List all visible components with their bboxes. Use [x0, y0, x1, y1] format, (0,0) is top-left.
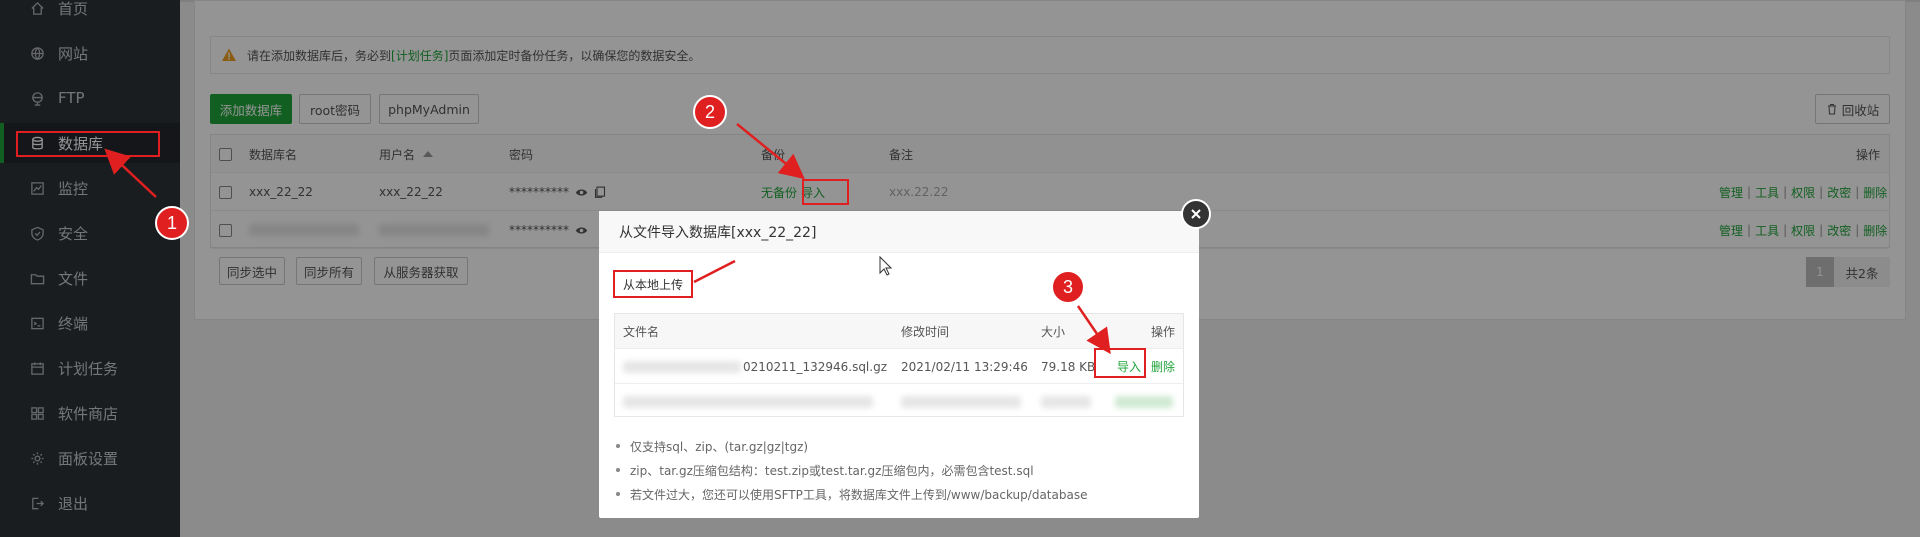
annotation-box-import: [802, 179, 849, 205]
header-file: 文件名: [623, 325, 660, 339]
file-name: 0210211_132946.sql.gz: [743, 359, 887, 374]
redacted-file-ops: [1115, 395, 1173, 408]
header-ops: 操作: [1151, 325, 1176, 339]
annotation-box-file-import: [1094, 348, 1146, 378]
annotation-marker-1: 1: [155, 206, 189, 240]
file-size: 79.18 KB: [1041, 359, 1096, 374]
modal-table-header: 文件名 修改时间 大小 操作: [615, 314, 1183, 349]
annotation-box-database: [16, 131, 160, 157]
file-time: 2021/02/11 13:29:46: [901, 359, 1028, 374]
redacted-file-size: [1041, 395, 1091, 408]
import-notes: 仅支持sql、zip、(tar.gz|gz|tgz) zip、tar.gz压缩包…: [614, 434, 1184, 506]
header-time: 修改时间: [901, 325, 950, 339]
redacted-file-time: [901, 395, 1021, 408]
file-delete-link[interactable]: 删除: [1151, 349, 1175, 384]
header-size: 大小: [1041, 325, 1066, 339]
redacted-file-name: [623, 395, 873, 408]
note-item: 若文件过大，您还可以使用SFTP工具，将数据库文件上传到/www/backup/…: [614, 482, 1184, 506]
annotation-marker-2: 2: [693, 95, 727, 129]
annotation-marker-3: 3: [1051, 270, 1085, 304]
modal-close-button[interactable]: [1181, 199, 1211, 229]
annotation-box-upload: [613, 270, 693, 298]
note-item: 仅支持sql、zip、(tar.gz|gz|tgz): [614, 434, 1184, 458]
redacted-file-prefix: [623, 360, 741, 373]
modal-title: 从文件导入数据库[xxx_22_22]: [599, 211, 1199, 253]
table-row: [615, 384, 1183, 419]
note-item: zip、tar.gz压缩包结构：test.zip或test.tar.gz压缩包内…: [614, 458, 1184, 482]
close-icon: [1191, 209, 1201, 219]
